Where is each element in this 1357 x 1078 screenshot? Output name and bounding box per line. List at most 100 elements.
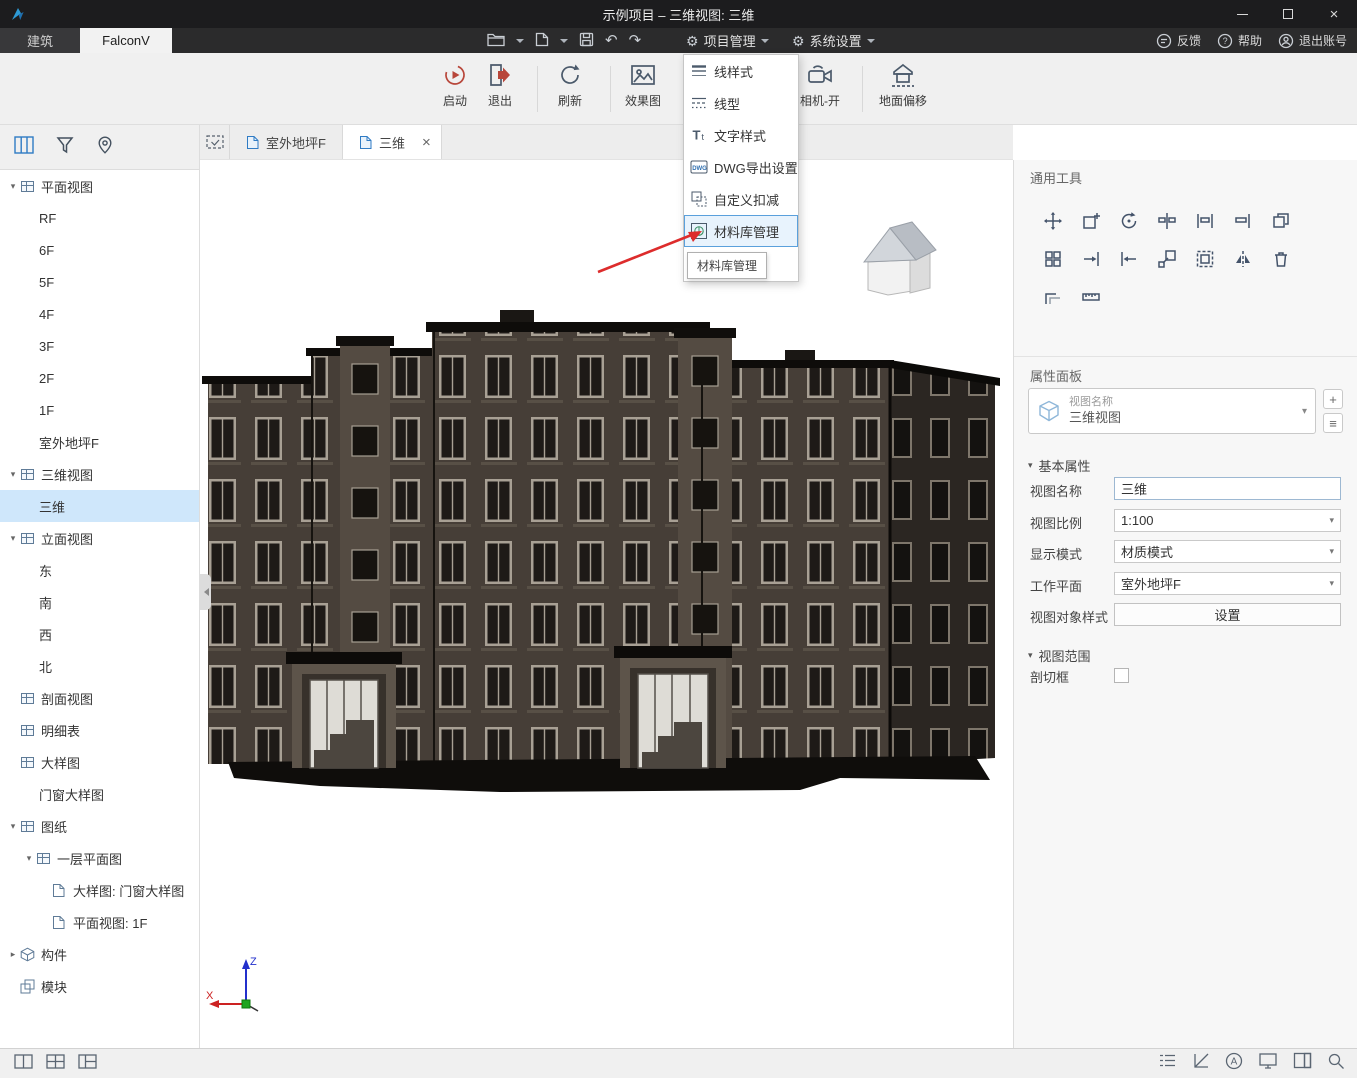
panel-columns-icon[interactable]: [14, 136, 34, 159]
tree-item-24[interactable]: ▸构件: [0, 938, 199, 970]
display-mode-select[interactable]: 材质模式 ▾: [1114, 540, 1341, 563]
offset-tool-button[interactable]: [1036, 280, 1070, 314]
tree-item-3[interactable]: 5F: [0, 266, 199, 298]
sidebar-collapse-handle[interactable]: [200, 574, 211, 610]
chevron-down-icon[interactable]: ▾: [6, 533, 20, 544]
redo-icon[interactable]: ↷: [629, 33, 642, 48]
home-view-widget[interactable]: [860, 220, 950, 302]
undo-icon[interactable]: ↶: [605, 33, 618, 48]
logout-button[interactable]: 退出账号: [1278, 32, 1347, 49]
tree-item-4[interactable]: 4F: [0, 298, 199, 330]
render-button[interactable]: 效果图: [614, 61, 672, 119]
view-list-button[interactable]: ≡: [1323, 413, 1343, 433]
project-management-menu[interactable]: ⚙ 项目管理: [686, 28, 769, 53]
tree-item-22[interactable]: 大样图: 门窗大样图: [0, 874, 199, 906]
chevron-down-icon[interactable]: ▾: [22, 853, 36, 864]
mirror-tool-button[interactable]: [1226, 242, 1260, 276]
layout-quad-icon[interactable]: [46, 1054, 65, 1074]
ribbon-tab-falconv[interactable]: FalconV: [80, 28, 172, 53]
open-folder-icon[interactable]: [487, 32, 505, 50]
minimize-button[interactable]: [1219, 0, 1265, 28]
view-name-input[interactable]: [1114, 477, 1341, 500]
close-button[interactable]: ×: [1311, 0, 1357, 28]
help-button[interactable]: ? 帮助: [1217, 32, 1262, 49]
tree-item-0[interactable]: ▾平面视图: [0, 170, 199, 202]
tree-item-2[interactable]: 6F: [0, 234, 199, 266]
menu-item-line-style[interactable]: 线样式: [684, 55, 798, 87]
display-monitor-icon[interactable]: [1258, 1052, 1278, 1075]
capture-view-icon[interactable]: [200, 125, 230, 159]
tree-item-13[interactable]: 南: [0, 586, 199, 618]
filter-icon[interactable]: [56, 136, 74, 159]
system-settings-menu[interactable]: ⚙ 系统设置: [792, 28, 875, 53]
menu-item-custom-subtract[interactable]: 自定义扣减: [684, 183, 798, 215]
tree-item-8[interactable]: 室外地坪F: [0, 426, 199, 458]
refresh-button[interactable]: 刷新: [541, 61, 599, 119]
add-element-tool-button[interactable]: [1074, 204, 1108, 238]
close-tab-icon[interactable]: ×: [422, 134, 431, 151]
exit-button[interactable]: 退出: [471, 61, 529, 119]
tree-item-9[interactable]: ▾三维视图: [0, 458, 199, 490]
save-icon[interactable]: [579, 32, 594, 50]
tree-item-15[interactable]: 北: [0, 650, 199, 682]
tree-item-10[interactable]: 三维: [0, 490, 199, 522]
zoom-selection-icon[interactable]: [1327, 1052, 1345, 1075]
tree-item-23[interactable]: 平面视图: 1F: [0, 906, 199, 938]
tree-item-19[interactable]: 门窗大样图: [0, 778, 199, 810]
work-plane-select[interactable]: 室外地坪F ▾: [1114, 572, 1341, 595]
group-tool-button[interactable]: [1188, 242, 1222, 276]
open-folder-chevron-icon[interactable]: [516, 39, 524, 47]
tree-item-12[interactable]: 东: [0, 554, 199, 586]
annotation-icon[interactable]: A: [1225, 1052, 1243, 1075]
tree-item-1[interactable]: RF: [0, 202, 199, 234]
ribbon-tab-architecture[interactable]: 建筑: [0, 28, 80, 53]
tree-item-14[interactable]: 西: [0, 618, 199, 650]
align-right-tool-button[interactable]: [1226, 204, 1260, 238]
view-scale-select[interactable]: 1:100 ▾: [1114, 509, 1341, 532]
tree-item-5[interactable]: 3F: [0, 330, 199, 362]
panel-toggle-icon[interactable]: [1293, 1052, 1312, 1075]
chevron-right-icon[interactable]: ▸: [6, 949, 20, 960]
tree-item-20[interactable]: ▾图纸: [0, 810, 199, 842]
layout-mixed-icon[interactable]: [78, 1054, 97, 1074]
tree-item-18[interactable]: 大样图: [0, 746, 199, 778]
scale-tool-button[interactable]: [1150, 242, 1184, 276]
tree-item-16[interactable]: 剖面视图: [0, 682, 199, 714]
rotate-tool-button[interactable]: [1112, 204, 1146, 238]
distribute-tool-button[interactable]: [1188, 204, 1222, 238]
tree-item-25[interactable]: 模块: [0, 970, 199, 1002]
view-tab-site-plane[interactable]: 室外地坪F: [230, 125, 343, 159]
tree-item-7[interactable]: 1F: [0, 394, 199, 426]
tree-item-6[interactable]: 2F: [0, 362, 199, 394]
chevron-down-icon[interactable]: ▾: [6, 181, 20, 192]
view-object-style-settings-button[interactable]: 设置: [1114, 603, 1341, 626]
drawing-scale-icon[interactable]: [1192, 1052, 1210, 1075]
menu-item-material-library[interactable]: 材料库管理: [684, 215, 798, 247]
menu-item-dwg-export[interactable]: DWGDWG导出设置: [684, 151, 798, 183]
view-range-section-header[interactable]: ▾ 视图范围: [1028, 646, 1091, 665]
add-view-button[interactable]: +: [1323, 389, 1343, 409]
feedback-button[interactable]: 反馈: [1156, 32, 1201, 49]
maximize-button[interactable]: [1265, 0, 1311, 28]
view-tab-3d[interactable]: 三维 ×: [343, 125, 442, 159]
basic-properties-section-header[interactable]: ▾ 基本属性: [1028, 456, 1091, 475]
measure-tool-button[interactable]: [1074, 280, 1108, 314]
move-tool-button[interactable]: [1036, 204, 1070, 238]
ground-offset-button[interactable]: 地面偏移: [874, 61, 932, 119]
tree-item-11[interactable]: ▾立面视图: [0, 522, 199, 554]
layout-split-icon[interactable]: [14, 1054, 33, 1074]
element-list-icon[interactable]: [1158, 1052, 1177, 1075]
tree-item-21[interactable]: ▾一层平面图: [0, 842, 199, 874]
menu-item-line-type[interactable]: 线型: [684, 87, 798, 119]
3d-viewport[interactable]: Z X: [200, 160, 1013, 1048]
new-file-icon[interactable]: [535, 32, 549, 50]
tree-item-17[interactable]: 明细表: [0, 714, 199, 746]
location-pin-icon[interactable]: [96, 136, 114, 159]
new-file-chevron-icon[interactable]: [560, 39, 568, 47]
menu-item-text-style[interactable]: Tt文字样式: [684, 119, 798, 151]
align-center-tool-button[interactable]: [1150, 204, 1184, 238]
extend-tool-button[interactable]: [1074, 242, 1108, 276]
delete-tool-button[interactable]: [1264, 242, 1298, 276]
view-type-selector[interactable]: 视图名称 三维视图 ▾: [1028, 388, 1316, 434]
trim-tool-button[interactable]: [1112, 242, 1146, 276]
